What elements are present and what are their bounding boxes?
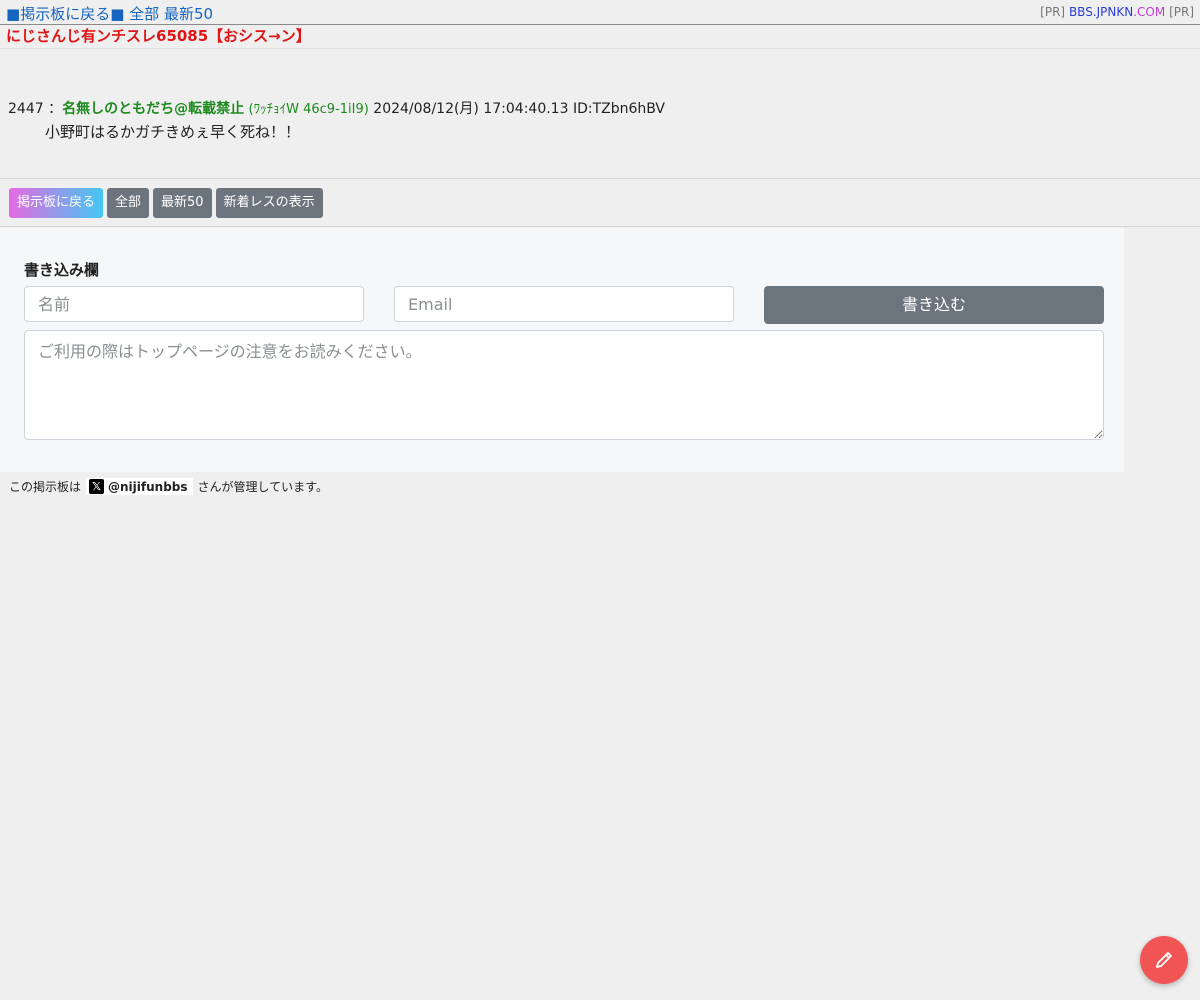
divider bbox=[0, 48, 1200, 49]
post-id[interactable]: ID:TZbn6hBV bbox=[573, 101, 665, 117]
top-nav: ■掲示板に戻る■ 全部 最新50 bbox=[6, 3, 213, 24]
all-posts-button[interactable]: 全部 bbox=[107, 188, 150, 218]
submit-button[interactable]: 書き込む bbox=[764, 286, 1104, 324]
compose-fab-button[interactable] bbox=[1140, 936, 1188, 984]
thread-title: にじさんじ有ンチスレ65085【おシス→ン】 bbox=[6, 27, 311, 45]
post: 2447 ：名無しのともだち@転載禁止 (ﾜｯﾁｮｲW 46c9-1iI9) 2… bbox=[8, 98, 665, 142]
x-logo-icon: 𝕏 bbox=[89, 479, 105, 494]
pencil-icon bbox=[1156, 952, 1172, 968]
admin-x-link[interactable]: 𝕏 @nijifunbbs bbox=[86, 478, 193, 495]
pr-tag-right: [PR] bbox=[1169, 5, 1194, 19]
email-input[interactable] bbox=[394, 286, 734, 322]
pr-link[interactable]: BBS.JPNKN.COM bbox=[1069, 5, 1165, 19]
footer: この掲示板は 𝕏 @nijifunbbs さんが管理しています。 bbox=[9, 478, 328, 495]
latest-50-link[interactable]: 最新50 bbox=[164, 5, 213, 23]
divider bbox=[0, 178, 1200, 179]
form-label: 書き込み欄 bbox=[24, 261, 100, 279]
all-posts-link[interactable]: 全部 bbox=[129, 5, 159, 23]
post-date: 2024/08/12(月) 17:04:40.13 bbox=[373, 101, 569, 117]
pr-banner: [PR] BBS.JPNKN.COM [PR] bbox=[1040, 5, 1194, 19]
divider bbox=[0, 226, 1200, 227]
back-to-board-link[interactable]: 掲示板に戻る bbox=[20, 5, 110, 23]
square-icon: ■ bbox=[6, 5, 21, 23]
pr-link-part1[interactable]: BBS.JPNKN bbox=[1069, 5, 1133, 19]
footer-suffix: さんが管理しています。 bbox=[197, 480, 328, 494]
post-number[interactable]: 2447 ： bbox=[8, 101, 62, 117]
show-new-replies-button[interactable]: 新着レスの表示 bbox=[215, 188, 323, 218]
poster-name: 名無しのともだち@転載禁止 bbox=[62, 101, 245, 117]
poster-trip: (ﾜｯﾁｮｲW 46c9-1iI9) bbox=[248, 102, 369, 117]
footer-prefix: この掲示板は bbox=[9, 480, 82, 494]
pr-tag-left: [PR] bbox=[1040, 5, 1066, 19]
pr-link-part2[interactable]: .COM bbox=[1133, 5, 1165, 19]
post-form: 書き込み欄 書き込む bbox=[0, 228, 1124, 472]
post-body: 小野町はるかガチきめぇ早く死ね！！ bbox=[45, 123, 301, 141]
admin-handle[interactable]: @nijifunbbs bbox=[108, 480, 188, 494]
top-bar: ■掲示板に戻る■ 全部 最新50 [PR] BBS.JPNKN.COM [PR] bbox=[0, 0, 1200, 25]
message-textarea[interactable] bbox=[24, 330, 1104, 440]
post-header: 2447 ：名無しのともだち@転載禁止 (ﾜｯﾁｮｲW 46c9-1iI9) 2… bbox=[8, 98, 665, 118]
thread-button-row: 掲示板に戻る 全部 最新50 新着レスの表示 bbox=[9, 188, 323, 218]
name-input[interactable] bbox=[24, 286, 364, 322]
square-icon: ■ bbox=[110, 5, 125, 23]
back-to-board-button[interactable]: 掲示板に戻る bbox=[9, 188, 104, 218]
latest-50-button[interactable]: 最新50 bbox=[153, 188, 212, 218]
